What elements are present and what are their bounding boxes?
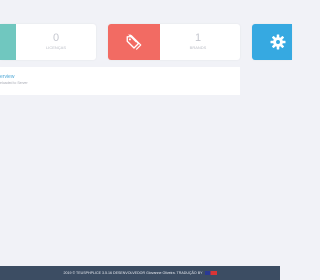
stat-tile-brands [108,24,160,60]
overview-subtitle: eloaded to Server [0,81,28,85]
stat-tile-settings [252,24,292,60]
overview-panel: erview eloaded to Server [0,67,240,95]
stat-value-licenses: 0 [52,32,60,44]
footer-text: 2019 © TEUSPHPLICE 3.5.16 DESENVOLVEDOR … [63,271,203,275]
footer: 2019 © TEUSPHPLICE 3.5.16 DESENVOLVEDOR … [0,266,280,280]
tag-icon [126,34,142,50]
stat-tile-licenses [0,24,16,60]
overview-title: erview [0,74,15,80]
translation-flag-icon [204,271,217,276]
gear-icon [270,34,286,50]
stat-value-brands: 1 [194,32,202,44]
stat-card-settings [252,24,292,60]
stat-label-licenses: LICENÇAS [45,45,66,50]
stat-label-brands: BRANDS [189,45,207,50]
stat-card-licenses: 0 LICENÇAS [0,24,96,60]
stat-card-brands: 1 BRANDS [108,24,240,60]
